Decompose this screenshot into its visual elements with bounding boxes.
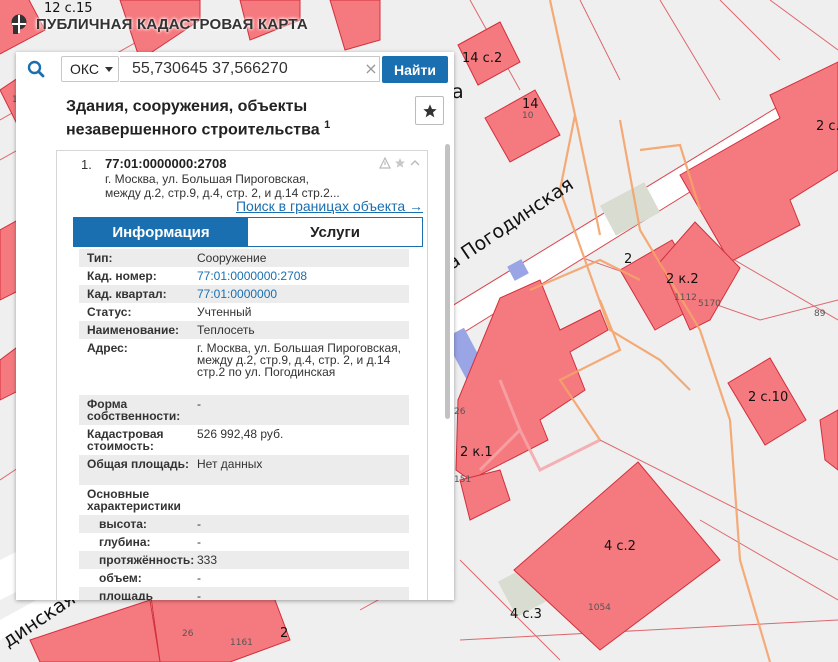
attr-key: Кад. номер:: [87, 269, 157, 283]
map-label: 14 с.2: [462, 51, 502, 66]
star-icon[interactable]: [394, 157, 406, 169]
tab-info[interactable]: Информация: [74, 218, 248, 246]
attr-key: Адрес:: [87, 341, 128, 355]
attr-value: -: [197, 571, 201, 585]
attr-key: Общая площадь:: [87, 457, 190, 471]
attr-value: -: [197, 517, 201, 531]
attr-value: -: [197, 535, 201, 549]
star-icon: [422, 103, 437, 117]
attr-value-link[interactable]: 77:01:0000000:2708: [197, 270, 402, 282]
result-list: 1. 77:01:0000000:2708 г. Москва, ул. Бол…: [56, 150, 428, 600]
attr-key: Кад. квартал:: [87, 287, 167, 301]
attr-row: Статус: Учтенный: [79, 303, 409, 321]
map-label: 10: [522, 111, 534, 121]
clear-icon[interactable]: ×: [363, 60, 379, 78]
attr-value: -: [197, 397, 201, 411]
pkk-logo-icon: [11, 14, 27, 34]
map-label: 89: [814, 309, 826, 319]
search-panel: ОКС × Найти Здания, сооружения, объекты …: [16, 52, 454, 600]
attribute-table: Тип: Сооружение Кад. номер: 77:01:000000…: [79, 249, 409, 600]
attr-row: Кад. номер: 77:01:0000000:2708: [79, 267, 409, 285]
attr-key: Статус:: [87, 305, 132, 319]
attr-row: Форма собственности: -: [79, 395, 409, 425]
attr-row: высота: -: [79, 515, 409, 533]
results-title: Здания, сооружения, объекты незавершенно…: [66, 98, 366, 139]
attr-key: Основные характеристики: [87, 487, 181, 513]
map-label: 2 к.2: [666, 272, 699, 287]
app-title: ПУБЛИЧНАЯ КАДАСТРОВАЯ КАРТА: [36, 15, 308, 33]
map-label: 4 с.3: [510, 607, 542, 622]
attr-key: Наименование:: [87, 323, 180, 337]
result-index: 1.: [81, 157, 92, 172]
result-actions: [379, 157, 421, 169]
search-icon[interactable]: [16, 52, 56, 86]
object-type-select[interactable]: ОКС: [61, 56, 119, 82]
attr-value: г. Москва, ул. Большая Пироговская, межд…: [197, 341, 402, 379]
map-label: 26: [454, 407, 466, 417]
chevron-down-icon: [105, 66, 113, 72]
tab-services[interactable]: Услуги: [248, 218, 422, 246]
attr-value: 526 992,48 руб.: [197, 427, 284, 441]
map-label: 14: [522, 97, 539, 112]
results-count: 1: [324, 119, 331, 131]
attr-value: Теплосеть: [197, 323, 255, 337]
result-tabs: Информация Услуги: [73, 217, 423, 247]
map-label: 2 к.1: [460, 445, 493, 460]
result-cad-number[interactable]: 77:01:0000000:2708: [105, 156, 226, 171]
attr-value: Нет данных: [197, 457, 263, 471]
scrollbar[interactable]: [443, 144, 451, 600]
app-header: ПУБЛИЧНАЯ КАДАСТРОВАЯ КАРТА: [10, 12, 308, 36]
attr-key: глубина:: [99, 535, 151, 549]
attr-row: протяжённость: 333: [79, 551, 409, 569]
attr-key: Тип:: [87, 251, 113, 265]
object-type-value: ОКС: [70, 61, 99, 77]
attr-row: Тип: Сооружение: [79, 249, 409, 267]
favorite-button[interactable]: [415, 96, 444, 125]
attr-value-link[interactable]: 77:01:0000000: [197, 288, 402, 300]
warning-icon[interactable]: [379, 157, 391, 169]
attr-value: Учтенный: [197, 305, 252, 319]
result-address: г. Москва, ул. Большая Пироговская, межд…: [105, 172, 340, 200]
attr-row: Общая площадь: Нет данных: [79, 455, 409, 485]
attr-value: -: [197, 589, 201, 600]
map-label: 5170: [698, 299, 721, 309]
map-label: 151: [454, 475, 471, 485]
attr-row: глубина: -: [79, 533, 409, 551]
map-label: 1054: [588, 603, 611, 613]
attr-key: протяжённость:: [99, 553, 195, 567]
map-label: 2 с.10: [748, 390, 788, 405]
scrollbar-thumb[interactable]: [445, 144, 450, 419]
attr-row: Наименование: Теплосеть: [79, 321, 409, 339]
attr-row: Основные характеристики: [79, 485, 409, 515]
attr-value: Сооружение: [197, 251, 267, 265]
map-label: 26: [182, 629, 194, 639]
result-item[interactable]: 1. 77:01:0000000:2708 г. Москва, ул. Бол…: [57, 151, 427, 600]
attr-key: площадь: [99, 589, 153, 600]
find-button[interactable]: Найти: [382, 56, 448, 83]
search-within-object-link[interactable]: Поиск в границах объекта →: [236, 198, 423, 214]
attr-key: Форма собственности:: [87, 397, 181, 423]
attr-key: объем:: [99, 571, 142, 585]
map-label: 1161: [230, 638, 253, 648]
results-title-text: Здания, сооружения, объекты незавершенно…: [66, 98, 320, 139]
attr-key: высота:: [99, 517, 147, 531]
chevron-up-icon[interactable]: [409, 157, 421, 169]
map-label: 2: [280, 626, 288, 641]
map-label: 1112: [674, 293, 697, 303]
attr-key: Кадастровая стоимость:: [87, 427, 164, 453]
attr-row: Адрес: г. Москва, ул. Большая Пироговска…: [79, 339, 409, 395]
attr-row: Кад. квартал: 77:01:0000000: [79, 285, 409, 303]
attr-row: площадь -: [79, 587, 409, 600]
map-label: 2 с.1: [816, 119, 838, 134]
attr-row: Кадастровая стоимость: 526 992,48 руб.: [79, 425, 409, 455]
map-label: 4 с.2: [604, 539, 636, 554]
attr-row: объем: -: [79, 569, 409, 587]
attr-value: 333: [197, 553, 218, 567]
map-label: 2: [624, 252, 632, 267]
search-input[interactable]: [120, 56, 380, 82]
search-bar: ОКС × Найти: [16, 52, 454, 88]
results-header: Здания, сооружения, объекты незавершенно…: [16, 88, 454, 140]
